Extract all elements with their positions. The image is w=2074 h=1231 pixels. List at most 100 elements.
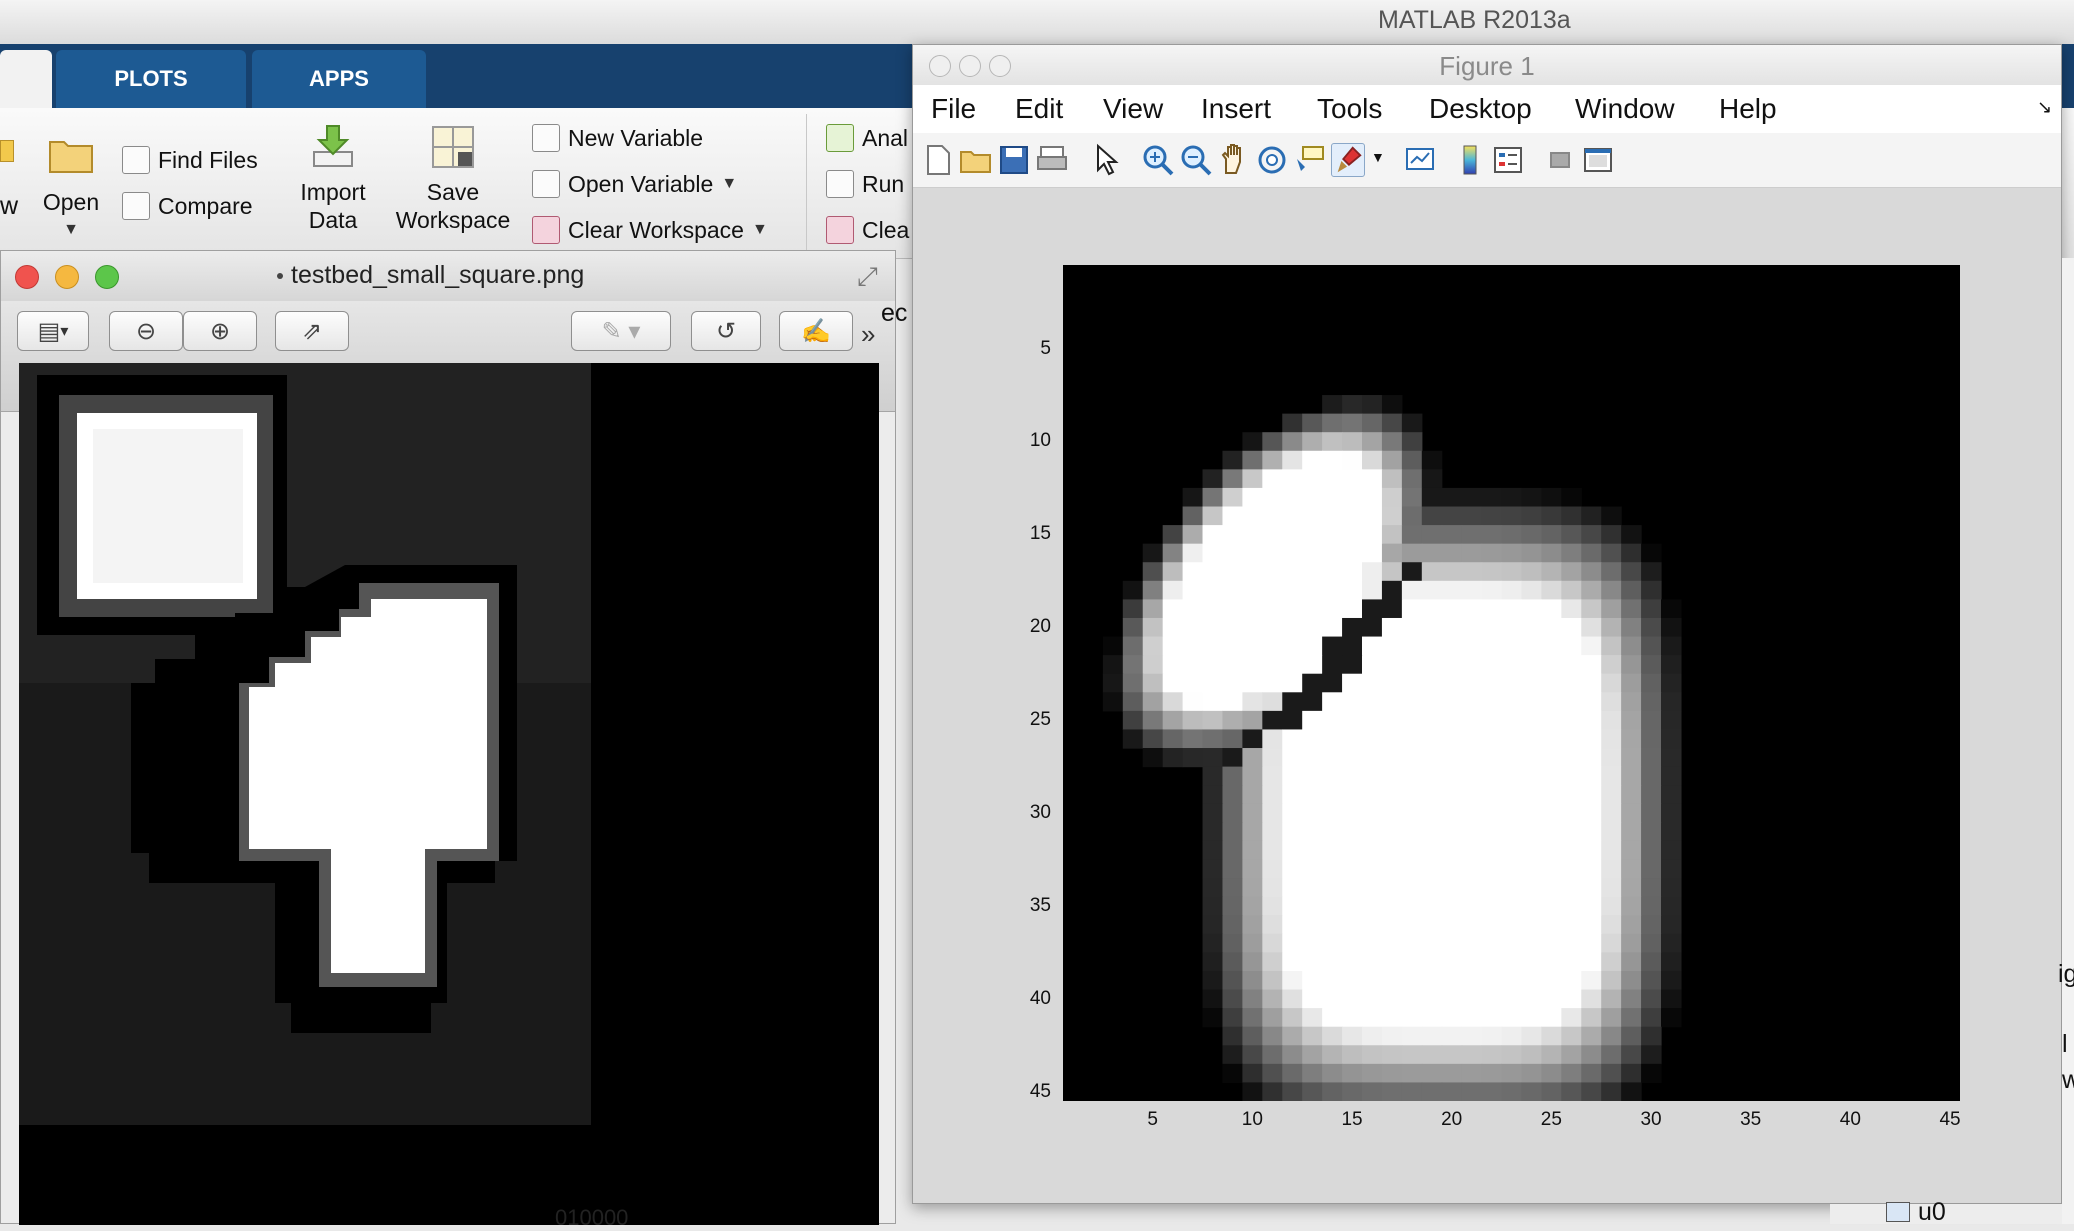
heatmap-cell bbox=[1521, 692, 1542, 712]
data-cursor-icon[interactable] bbox=[1293, 143, 1327, 177]
compare-button[interactable]: Compare bbox=[122, 192, 253, 220]
heatmap-cell bbox=[1441, 785, 1463, 805]
edit-markup-button[interactable]: ✍ bbox=[779, 311, 853, 351]
heatmap-cell bbox=[1282, 766, 1303, 786]
run-button[interactable]: Run bbox=[826, 170, 904, 198]
hide-plot-tools-icon[interactable] bbox=[1543, 143, 1577, 177]
heatmap-cell bbox=[1322, 469, 1343, 489]
brush-icon[interactable] bbox=[1331, 143, 1365, 177]
heatmap-cell bbox=[1661, 915, 1682, 935]
zoom-button[interactable] bbox=[95, 265, 119, 289]
markup-pen-button[interactable]: ✎ ▾ bbox=[571, 311, 671, 351]
dock-arrow-icon[interactable]: ↘ bbox=[2037, 97, 2052, 118]
menu-help[interactable]: Help bbox=[1719, 93, 1777, 125]
menu-edit[interactable]: Edit bbox=[1015, 93, 1063, 125]
menu-file[interactable]: File bbox=[931, 93, 976, 125]
heatmap-cell bbox=[1282, 710, 1303, 731]
save-icon[interactable] bbox=[997, 143, 1031, 177]
heatmap-cell bbox=[1561, 785, 1582, 805]
heatmap-cell bbox=[1641, 710, 1662, 731]
link-plot-icon[interactable] bbox=[1403, 143, 1437, 177]
menu-view[interactable]: View bbox=[1103, 93, 1163, 125]
clear-commands-button[interactable]: Clea bbox=[826, 216, 909, 244]
tab-home[interactable] bbox=[0, 50, 52, 108]
heatmap-cell bbox=[1202, 748, 1224, 768]
share-button[interactable]: ⇗ bbox=[275, 311, 349, 351]
heatmap-cell bbox=[1621, 562, 1642, 582]
rotate-3d-icon[interactable] bbox=[1255, 143, 1289, 177]
rotate-button[interactable]: ↺ bbox=[691, 311, 761, 351]
zoom-out-button[interactable]: ⊖ bbox=[109, 311, 183, 351]
heatmap-cell bbox=[1581, 785, 1602, 805]
workspace-variable[interactable]: u0 bbox=[1918, 1198, 1946, 1227]
heatmap-cell bbox=[1182, 636, 1204, 656]
heatmap-cell bbox=[1302, 803, 1323, 823]
pan-hand-icon[interactable] bbox=[1217, 143, 1251, 177]
fullscreen-icon[interactable]: ⤢ bbox=[857, 261, 878, 293]
save-workspace-button[interactable]: Save Workspace bbox=[388, 124, 518, 234]
heatmap-cell bbox=[1401, 785, 1423, 805]
new-figure-icon[interactable] bbox=[921, 143, 955, 177]
chevron-down-icon[interactable]: ▼ bbox=[1371, 149, 1385, 165]
tab-plots[interactable]: PLOTS bbox=[56, 50, 246, 108]
colorbar-icon[interactable] bbox=[1453, 143, 1487, 177]
heatmap-cell bbox=[1541, 822, 1562, 842]
minimize-button[interactable] bbox=[55, 265, 79, 289]
legend-icon[interactable] bbox=[1491, 143, 1525, 177]
heatmap-cell bbox=[1182, 692, 1204, 712]
clear-workspace-button[interactable]: Clear Workspace ▼ bbox=[532, 216, 768, 244]
overflow-chevron-icon[interactable]: » bbox=[861, 319, 875, 350]
heatmap-cell bbox=[1362, 469, 1383, 489]
show-plot-tools-icon[interactable] bbox=[1581, 143, 1615, 177]
zoom-out-icon[interactable] bbox=[1179, 143, 1213, 177]
heatmap-cell bbox=[1322, 710, 1343, 731]
heatmap-cell bbox=[1521, 840, 1542, 861]
heatmap-cell bbox=[1581, 1063, 1602, 1084]
heatmap-cell bbox=[1222, 692, 1243, 712]
heatmap-cell bbox=[1441, 506, 1463, 526]
open-button[interactable]: Open ▼ bbox=[40, 134, 102, 244]
heatmap-cell bbox=[1362, 450, 1383, 470]
find-files-button[interactable]: Find Files bbox=[122, 146, 258, 174]
sidebar-toggle-button[interactable]: ▤ ▾ bbox=[17, 311, 89, 351]
heatmap-cell bbox=[1262, 580, 1283, 600]
pointer-icon[interactable] bbox=[1089, 143, 1123, 177]
menu-tools[interactable]: Tools bbox=[1317, 93, 1382, 125]
open-variable-button[interactable]: Open Variable ▼ bbox=[532, 170, 737, 198]
heatmap-cell bbox=[1342, 970, 1363, 991]
heatmap-cell bbox=[1541, 766, 1562, 786]
heatmap-cell bbox=[1621, 1008, 1642, 1028]
open-file-icon[interactable] bbox=[959, 143, 993, 177]
analyze-code-button[interactable]: Anal bbox=[826, 124, 908, 152]
heatmap-cell bbox=[1302, 859, 1323, 879]
heatmap-cell bbox=[1461, 710, 1483, 731]
zoom-in-icon[interactable] bbox=[1141, 143, 1175, 177]
figure-titlebar: Figure 1 bbox=[913, 45, 2061, 85]
heatmap-cell bbox=[1362, 729, 1383, 749]
edge-fragment-1: ig bbox=[2058, 960, 2074, 988]
heatmap-cell bbox=[1282, 896, 1303, 916]
heatmap-cell bbox=[1601, 729, 1622, 749]
zoom-in-button[interactable]: ⊕ bbox=[183, 311, 257, 351]
heatmap-cell bbox=[1302, 599, 1323, 619]
tab-apps[interactable]: APPS bbox=[252, 50, 426, 108]
heatmap-cell bbox=[1242, 729, 1263, 749]
heatmap-cell bbox=[1401, 562, 1423, 582]
new-variable-button[interactable]: New Variable bbox=[532, 124, 703, 152]
import-data-button[interactable]: Import Data bbox=[290, 124, 376, 234]
heatmap-cell bbox=[1401, 543, 1423, 563]
heatmap-cell bbox=[1481, 487, 1503, 508]
new-button-partial[interactable]: w bbox=[0, 192, 18, 221]
print-icon[interactable] bbox=[1035, 143, 1069, 177]
menu-insert[interactable]: Insert bbox=[1201, 93, 1271, 125]
menu-window[interactable]: Window bbox=[1575, 93, 1675, 125]
heatmap-cell bbox=[1381, 636, 1403, 656]
heatmap-cell bbox=[1561, 896, 1582, 916]
heatmap-cell bbox=[1381, 710, 1403, 731]
heatmap-cell bbox=[1601, 840, 1622, 861]
close-button[interactable] bbox=[15, 265, 39, 289]
heatmap-cell bbox=[1162, 636, 1184, 656]
heatmap-cell bbox=[1481, 506, 1503, 526]
menu-desktop[interactable]: Desktop bbox=[1429, 93, 1532, 125]
heatmap-cell bbox=[1282, 692, 1303, 712]
